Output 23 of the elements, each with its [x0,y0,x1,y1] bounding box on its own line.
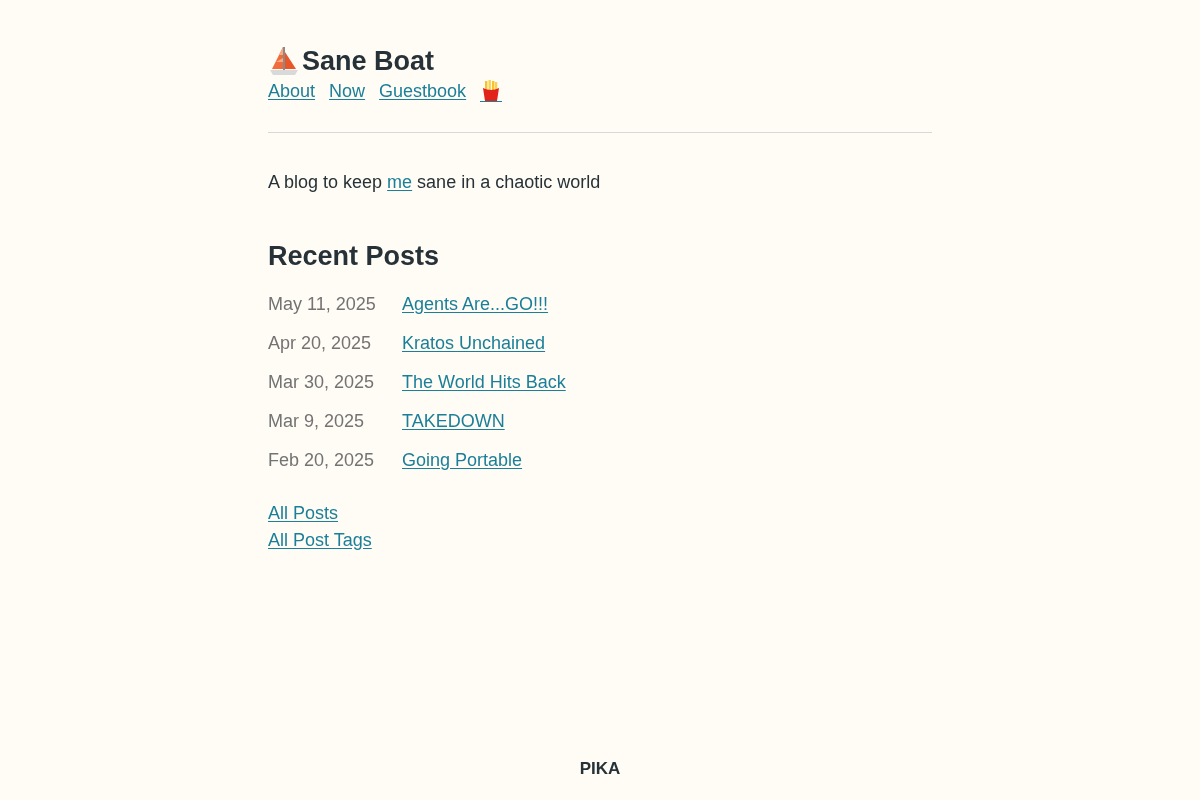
post-link[interactable]: Agents Are...GO!!! [402,294,549,314]
post-link[interactable]: TAKEDOWN [402,411,505,431]
fries-icon [482,80,501,101]
post-date: Mar 9, 2025 [268,410,366,433]
footer-text: PIKA [579,759,621,778]
section-heading: Recent Posts [268,240,441,273]
post-date: May 11, 2025 [268,293,377,316]
post-date: Mar 30, 2025 [268,371,376,394]
post-link[interactable]: The World Hits Back [402,372,566,392]
post-link[interactable]: Going Portable [402,450,523,470]
post-date: Feb 20, 2025 [268,449,376,472]
sailboat-icon [268,46,300,76]
nav-link[interactable]: About [268,78,316,104]
fries-link[interactable] [480,80,503,102]
site-title: Sane Boat [302,45,435,78]
tagline: A blog to keep me sane in a chaotic world [268,171,602,194]
archive-link[interactable]: All Post Tags [268,527,372,554]
nav-link[interactable]: Guestbook [379,78,467,104]
about-me-link[interactable]: me [387,172,413,192]
nav-link[interactable]: Now [329,78,366,104]
post-date: Apr 20, 2025 [268,332,373,355]
archive-link[interactable]: All Posts [268,500,339,527]
post-link[interactable]: Kratos Unchained [402,333,546,353]
